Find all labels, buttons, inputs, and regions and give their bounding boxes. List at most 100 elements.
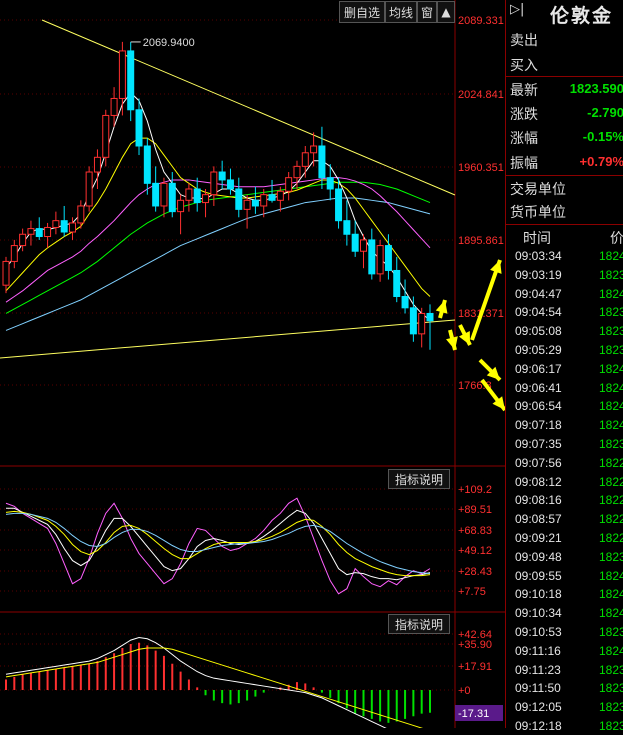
collapse-icon[interactable]: ▷|	[510, 2, 524, 17]
price-tick-label: 1895.861	[458, 235, 504, 247]
candle	[368, 239, 376, 275]
dif-line	[5, 636, 387, 728]
candle	[251, 199, 259, 207]
candle	[168, 182, 176, 213]
quote-label: 交易单位	[510, 181, 566, 198]
tick-header-price: 价	[610, 231, 623, 247]
indicator-help-button-2[interactable]: 指标说明	[388, 614, 450, 634]
candle	[52, 220, 60, 228]
candle	[260, 194, 268, 207]
window-button[interactable]: 窗	[417, 1, 437, 23]
quote-row: 涨幅 -0.15%	[506, 125, 623, 149]
candle	[193, 188, 201, 204]
indicator-help-button-1[interactable]: 指标说明	[388, 469, 450, 489]
tick-row: 09:09:48 1823	[506, 549, 623, 566]
tick-time: 09:04:54	[515, 305, 562, 320]
tick-row: 09:11:23 1823	[506, 662, 623, 679]
tick-time: 09:12:18	[515, 719, 562, 733]
candle	[218, 171, 226, 181]
candle	[118, 50, 126, 99]
tick-price: 1823	[599, 625, 623, 639]
quote-label: 买入	[510, 57, 538, 74]
candle	[127, 50, 135, 111]
candle	[418, 312, 426, 335]
candle	[285, 177, 293, 192]
moving-average-button[interactable]: 均线	[385, 1, 417, 23]
tick-row: 09:12:18 1823	[506, 718, 623, 735]
trend-line	[0, 319, 456, 359]
candle	[335, 188, 343, 222]
tick-price: 1823	[599, 305, 623, 320]
price-tick-label: 1960.351	[458, 162, 504, 174]
tick-time: 09:07:35	[515, 437, 562, 451]
tick-time: 09:11:23	[515, 662, 561, 677]
tick-price: 1822	[599, 455, 623, 470]
quote-label: 涨跌	[510, 106, 538, 123]
tick-row: 09:09:55 1824	[506, 568, 623, 585]
candle	[343, 220, 351, 235]
tick-row: 09:04:47 1824	[506, 286, 623, 303]
tick-row: 09:10:18 1824	[506, 586, 623, 603]
candle	[276, 190, 284, 201]
chart-area[interactable]: 2089.3312024.8411960.3511895.8611831.371…	[0, 0, 505, 728]
quote-label: 最新	[510, 83, 538, 100]
tick-time: 09:07:56	[515, 455, 562, 470]
candle	[77, 205, 85, 224]
candle	[235, 188, 243, 210]
tick-row: 09:09:21 1822	[506, 530, 623, 547]
oscillator-tick-label: +49.12	[458, 545, 492, 557]
tick-time: 09:10:18	[515, 587, 562, 602]
tick-price: 1823	[599, 267, 623, 282]
quote-value: -0.15%	[582, 129, 623, 145]
tick-price: 1823	[599, 700, 623, 715]
tick-time: 09:09:21	[515, 531, 562, 545]
tick-price: 1824	[599, 399, 623, 414]
tick-row: 09:08:12 1822	[506, 474, 623, 491]
macd-tick-label: +35.90	[458, 639, 492, 651]
tick-price: 1824	[599, 380, 623, 395]
candle	[152, 182, 160, 207]
candle	[10, 245, 18, 262]
quote-value: -2.790	[587, 104, 623, 120]
tick-row: 09:04:54 1823	[506, 304, 623, 321]
tick-time: 09:04:47	[515, 286, 562, 301]
quote-label: 涨幅	[510, 131, 538, 148]
tick-price: 1824	[599, 587, 623, 602]
tick-header-time: 时间	[523, 231, 551, 247]
tick-row: 09:12:05 1823	[506, 699, 623, 716]
tick-price: 1824	[599, 361, 623, 376]
tick-row: 09:07:18 1824	[506, 417, 623, 434]
quote-row: 交易单位	[506, 174, 623, 200]
delete-watchlist-button[interactable]: 删自选	[339, 1, 385, 23]
tick-price: 1822	[599, 512, 623, 527]
candle	[359, 239, 367, 252]
tick-time: 09:05:29	[515, 343, 562, 357]
tick-time: 09:08:57	[515, 512, 562, 527]
tick-time: 09:06:41	[515, 380, 562, 395]
tick-row: 09:06:41 1824	[506, 380, 623, 397]
tick-price: 1823	[599, 437, 623, 451]
candle	[160, 182, 168, 207]
candle	[351, 233, 359, 252]
pin-icon[interactable]: ▲	[437, 1, 455, 23]
price-tick-label: 2024.841	[458, 89, 504, 101]
tick-price: 1822	[599, 474, 623, 489]
tick-time: 09:05:08	[515, 324, 562, 339]
tick-row: 09:10:53 1823	[506, 624, 623, 641]
candle	[310, 145, 318, 154]
macd-tick-label: +17.91	[458, 661, 492, 673]
candle	[93, 156, 101, 173]
candle	[268, 194, 276, 201]
candle	[85, 171, 93, 207]
tick-row: 09:07:56 1822	[506, 455, 623, 472]
tick-row: 09:11:50 1823	[506, 680, 623, 697]
candle	[143, 145, 151, 184]
candle	[185, 188, 193, 201]
macd-tick-label: -17.31	[458, 708, 489, 720]
tick-time: 09:03:34	[515, 249, 562, 263]
tick-row: 09:10:34 1824	[506, 605, 623, 622]
tick-time: 09:10:53	[515, 625, 562, 639]
quote-label: 卖出	[510, 33, 538, 49]
ma5-line	[5, 92, 431, 321]
candle	[44, 226, 52, 238]
